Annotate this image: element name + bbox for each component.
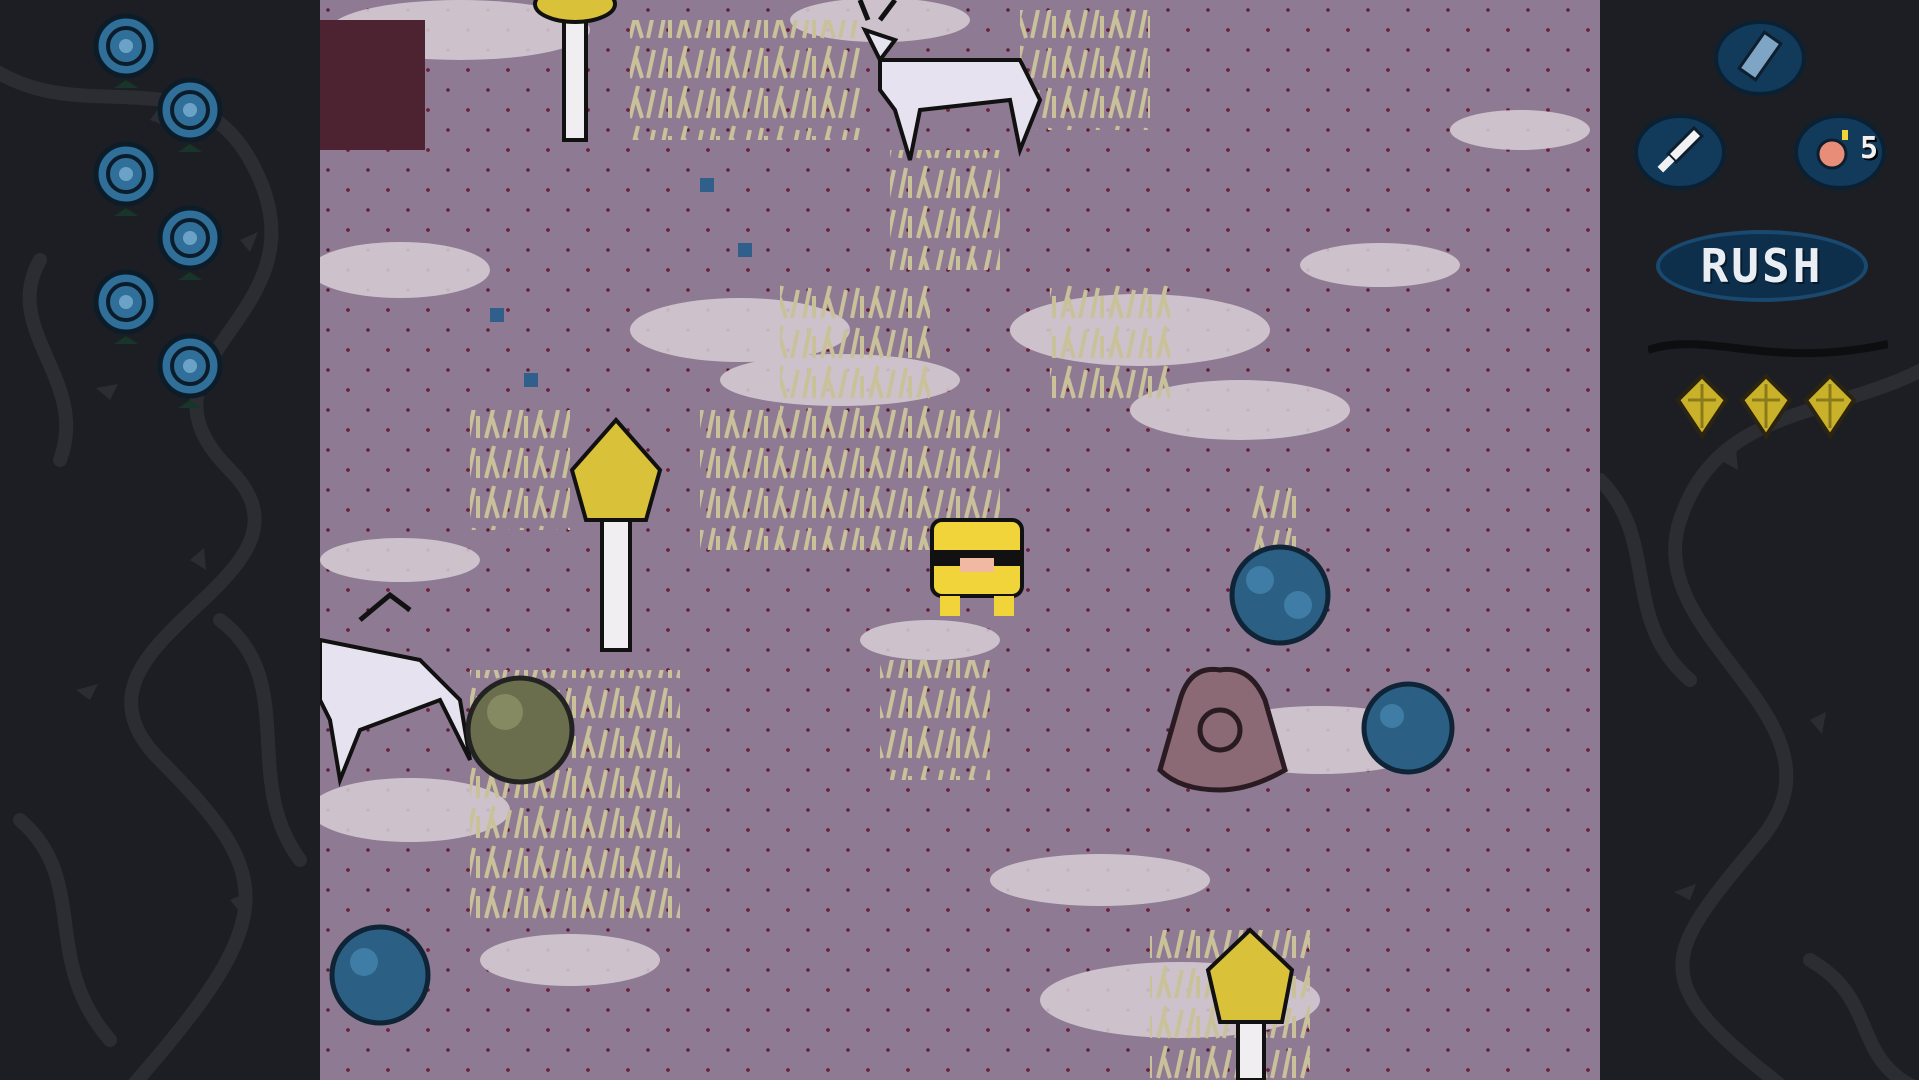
blue-rose-icon xyxy=(148,330,232,410)
blue-rose-bush-icon xyxy=(1361,681,1455,775)
bomb-item-slot[interactable]: 5 xyxy=(1792,110,1888,194)
blue-rose-bush-icon xyxy=(329,924,431,1026)
yellow-seed-icon xyxy=(1672,372,1732,444)
rush-button[interactable]: RUSH xyxy=(1656,230,1868,302)
game-world xyxy=(320,0,1600,1080)
crystal-item-slot[interactable] xyxy=(1712,16,1808,100)
sword-item-slot[interactable] xyxy=(1632,110,1728,194)
yellow-hero-icon xyxy=(930,518,1024,616)
world-scene xyxy=(320,0,1590,1080)
white-deer-icon xyxy=(320,591,472,788)
bomb-count: 5 xyxy=(1859,131,1878,166)
game-screen: 5 RUSH xyxy=(0,0,1919,1080)
yellow-tree-icon xyxy=(569,416,663,652)
left-hud-panel xyxy=(0,0,320,1080)
grass-patches xyxy=(470,10,1310,1080)
seed-vine xyxy=(1648,340,1888,358)
stone-shrine-icon xyxy=(1157,666,1288,793)
yellow-seed-icon xyxy=(1736,372,1796,444)
rush-label: RUSH xyxy=(1700,239,1824,293)
blue-rose-bush-icon xyxy=(1229,544,1331,646)
mossy-boulder-icon xyxy=(465,675,575,785)
bramble-block xyxy=(320,20,425,150)
yellow-seed-icon xyxy=(1800,372,1860,444)
